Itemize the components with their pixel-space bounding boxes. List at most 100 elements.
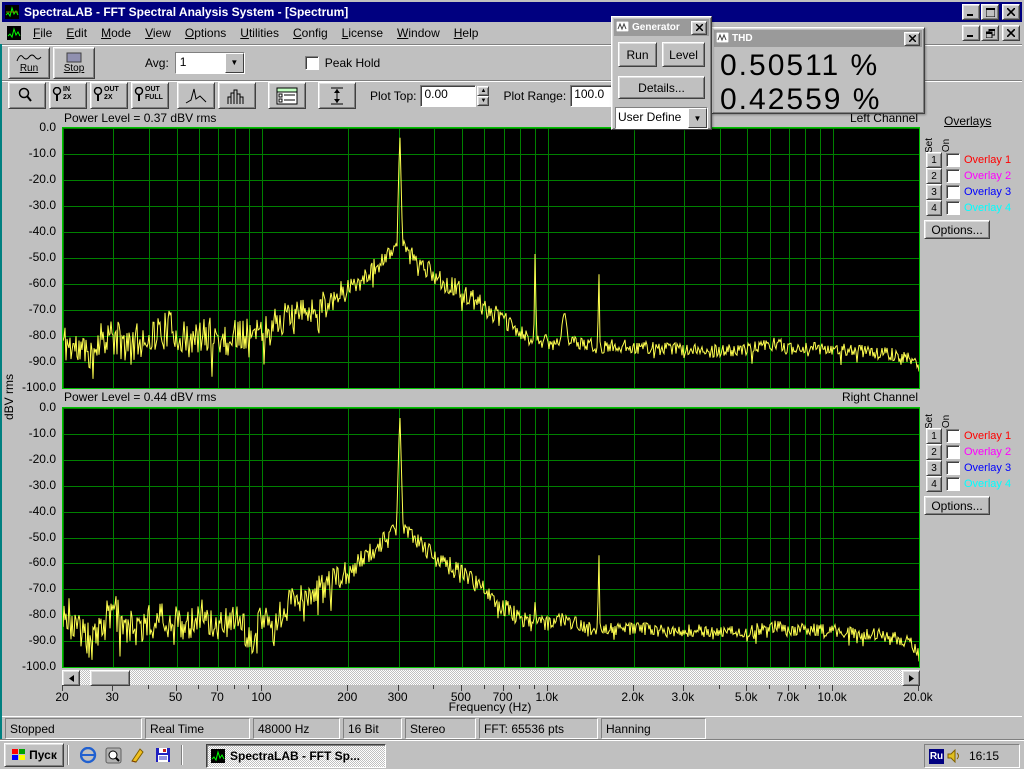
volume-icon[interactable] bbox=[947, 749, 963, 763]
zoom-in-2x-button[interactable]: IN2X bbox=[49, 82, 87, 109]
language-indicator[interactable]: Ru bbox=[929, 749, 944, 764]
y-tick-label: -100.0 bbox=[4, 380, 56, 394]
histogram-icon bbox=[226, 87, 248, 105]
overlay-row-right-3: 3Overlay 3 bbox=[926, 461, 1011, 475]
overlay-on-checkbox[interactable] bbox=[946, 201, 960, 215]
menu-help[interactable]: Help bbox=[447, 23, 486, 43]
zoom-select-button[interactable] bbox=[8, 82, 46, 109]
menu-file[interactable]: File bbox=[26, 23, 59, 43]
display-options-button[interactable] bbox=[268, 82, 306, 109]
status-bar: StoppedReal Time48000 Hz16 BitStereoFFT:… bbox=[2, 716, 1022, 740]
mdi-minimize-button[interactable] bbox=[962, 25, 980, 41]
overlay-set-button[interactable]: 2 bbox=[926, 444, 942, 460]
generator-close-button[interactable] bbox=[691, 21, 707, 35]
y-tick-label: -30.0 bbox=[4, 478, 56, 492]
menu-window[interactable]: Window bbox=[390, 23, 447, 43]
overlay-set-button[interactable]: 4 bbox=[926, 200, 942, 216]
overlay-set-button[interactable]: 2 bbox=[926, 168, 942, 184]
start-button[interactable]: Пуск bbox=[4, 743, 64, 767]
generator-window: Generator Run Level Details... User Defi… bbox=[611, 16, 712, 130]
mdi-close-button[interactable] bbox=[1002, 25, 1020, 41]
stop-rect-icon bbox=[65, 52, 83, 64]
menu-mode[interactable]: Mode bbox=[94, 23, 138, 43]
menu-license[interactable]: License bbox=[335, 23, 390, 43]
plot-top-spinner[interactable]: ▲▼ bbox=[477, 86, 489, 106]
generator-mode-dropdown-arrow[interactable]: ▼ bbox=[688, 108, 707, 128]
overlays-options-button[interactable]: Options... bbox=[924, 496, 990, 515]
overlay-on-checkbox[interactable] bbox=[946, 169, 960, 183]
overlay-set-button[interactable]: 4 bbox=[926, 476, 942, 492]
channel-label-right: Right Channel bbox=[62, 390, 918, 404]
overlay-set-button[interactable]: 1 bbox=[926, 428, 942, 444]
scrollbar-thumb[interactable] bbox=[90, 670, 130, 686]
minimize-button[interactable] bbox=[962, 4, 980, 20]
taskbar-separator-2 bbox=[181, 745, 183, 765]
generator-level-button[interactable]: Level bbox=[662, 42, 705, 67]
overlay-on-checkbox[interactable] bbox=[946, 429, 960, 443]
mdi-child-icon[interactable] bbox=[6, 25, 22, 41]
overlays-options-button[interactable]: Options... bbox=[924, 220, 990, 239]
menu-view[interactable]: View bbox=[138, 23, 178, 43]
y-tick-label: -10.0 bbox=[4, 146, 56, 160]
generator-details-button[interactable]: Details... bbox=[618, 76, 705, 99]
x-tick bbox=[819, 685, 820, 689]
menu-options[interactable]: Options bbox=[178, 23, 233, 43]
overlay-on-checkbox[interactable] bbox=[946, 153, 960, 167]
run-button[interactable]: Run bbox=[8, 47, 50, 79]
zoom-out-full-button[interactable]: OUTFULL bbox=[131, 82, 169, 109]
x-tick bbox=[805, 685, 806, 689]
frequency-scrollbar[interactable] bbox=[62, 670, 920, 685]
overlay-label: Overlay 1 bbox=[964, 154, 1011, 166]
spectrum-view-button[interactable] bbox=[177, 82, 215, 109]
menu-config[interactable]: Config bbox=[286, 23, 335, 43]
overlay-on-checkbox[interactable] bbox=[946, 477, 960, 491]
y-tick-label: -80.0 bbox=[4, 607, 56, 621]
tray-clock[interactable]: 16:15 bbox=[969, 749, 999, 763]
maximize-button[interactable] bbox=[981, 4, 999, 20]
avg-dropdown-arrow[interactable]: ▼ bbox=[225, 53, 244, 73]
generator-title-bar[interactable]: Generator bbox=[614, 19, 709, 36]
viewer-icon[interactable] bbox=[105, 747, 121, 763]
mdi-restore-button[interactable] bbox=[981, 25, 999, 41]
overlay-on-checkbox[interactable] bbox=[946, 445, 960, 459]
overlay-on-checkbox[interactable] bbox=[946, 185, 960, 199]
window-title: SpectraLAB - FFT Spectral Analysis Syste… bbox=[24, 5, 961, 19]
thd-title-bar[interactable]: THD bbox=[714, 30, 922, 47]
close-button[interactable] bbox=[1002, 4, 1020, 20]
overlay-label: Overlay 2 bbox=[964, 446, 1011, 458]
overlay-on-checkbox[interactable] bbox=[946, 461, 960, 475]
peak-curve-icon bbox=[185, 87, 207, 105]
save-disk-icon[interactable] bbox=[155, 747, 171, 763]
peak-hold-checkbox[interactable] bbox=[305, 56, 319, 70]
x-tick bbox=[148, 685, 149, 689]
menu-edit[interactable]: Edit bbox=[59, 23, 94, 43]
generator-mode-combobox[interactable]: User Define ▼ bbox=[615, 107, 708, 129]
thd-values: 0.50511 %0.42559 % bbox=[712, 49, 924, 117]
task-button-spectralab[interactable]: SpectraLAB - FFT Sp... bbox=[206, 744, 386, 768]
overlay-row-right-1: 1Overlay 1 bbox=[926, 429, 1011, 443]
overlay-set-button[interactable]: 3 bbox=[926, 184, 942, 200]
y-tick-label: -70.0 bbox=[4, 581, 56, 595]
internet-explorer-icon[interactable] bbox=[80, 747, 96, 763]
autoscale-button[interactable] bbox=[318, 82, 356, 109]
x-tick bbox=[433, 685, 434, 689]
overlay-set-button[interactable]: 3 bbox=[926, 460, 942, 476]
zoom-out-2x-button[interactable]: OUT2X bbox=[90, 82, 128, 109]
overlay-set-button[interactable]: 1 bbox=[926, 152, 942, 168]
thd-close-button[interactable] bbox=[904, 32, 920, 46]
scrollbar-left-arrow[interactable] bbox=[62, 670, 80, 686]
menu-utilities[interactable]: Utilities bbox=[233, 23, 286, 43]
thd-title: THD bbox=[732, 33, 903, 44]
stop-button[interactable]: Stop bbox=[53, 47, 95, 79]
menu-items: FileEditModeViewOptionsUtilitiesConfigLi… bbox=[26, 23, 485, 43]
y-tick-label: -40.0 bbox=[4, 224, 56, 238]
generator-run-button[interactable]: Run bbox=[618, 42, 657, 67]
avg-combobox[interactable]: 1 ▼ bbox=[175, 52, 245, 74]
scrollbar-right-arrow[interactable] bbox=[902, 670, 920, 686]
x-tick bbox=[198, 685, 199, 689]
thd-window: THD 0.50511 %0.42559 % bbox=[711, 27, 925, 114]
spectrum-canvas-left bbox=[63, 128, 919, 388]
paint-tool-icon[interactable] bbox=[130, 747, 146, 763]
bar-view-button[interactable] bbox=[218, 82, 256, 109]
plot-top-input[interactable]: 0.00 bbox=[420, 85, 476, 107]
